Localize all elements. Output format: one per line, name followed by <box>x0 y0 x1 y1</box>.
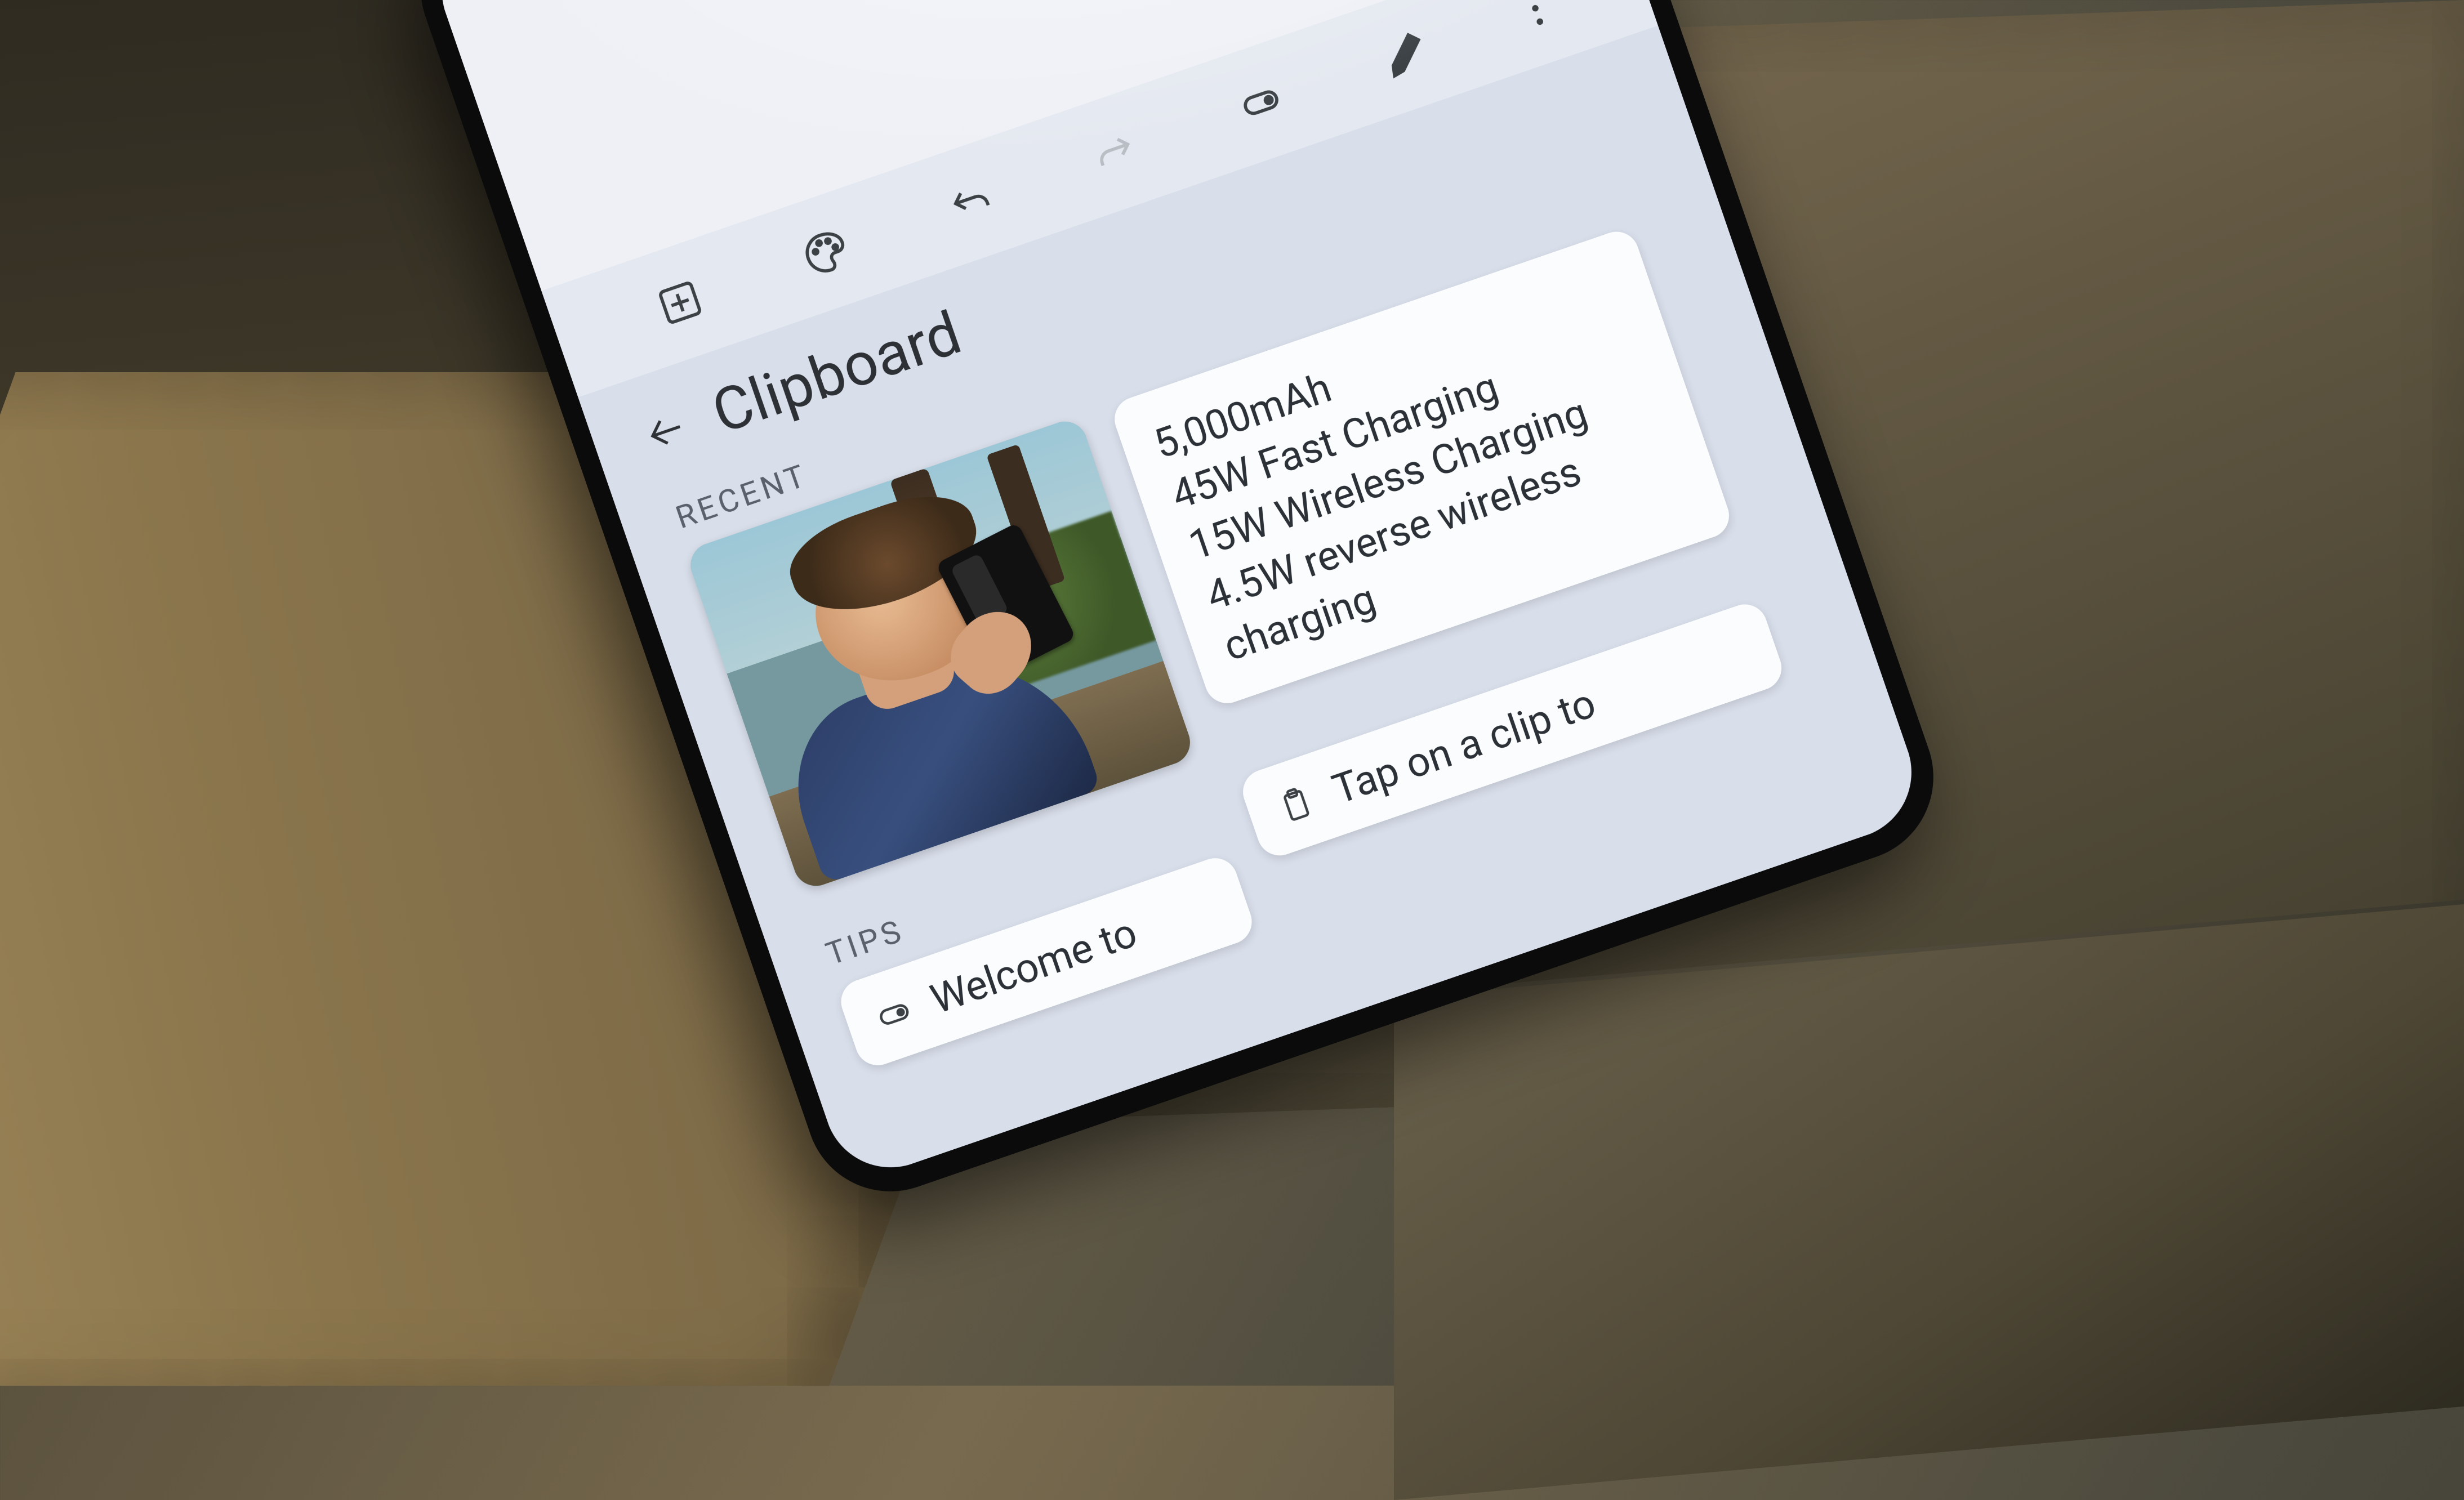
add-icon[interactable] <box>638 260 724 346</box>
undo-icon[interactable] <box>928 160 1014 246</box>
clip-item-text[interactable]: 5,000mAh 45W Fast Charging 15W Wireless … <box>1108 226 1735 709</box>
palette-icon[interactable] <box>782 209 868 296</box>
laptop-edge <box>1394 900 2464 1500</box>
more-icon[interactable] <box>1508 0 1562 46</box>
redo-icon <box>1073 110 1159 196</box>
toggle-icon[interactable] <box>1218 60 1304 146</box>
back-icon[interactable] <box>639 403 696 460</box>
tip-card-text: Tap on a clip to <box>1326 679 1601 814</box>
edit-icon[interactable] <box>1363 10 1449 96</box>
